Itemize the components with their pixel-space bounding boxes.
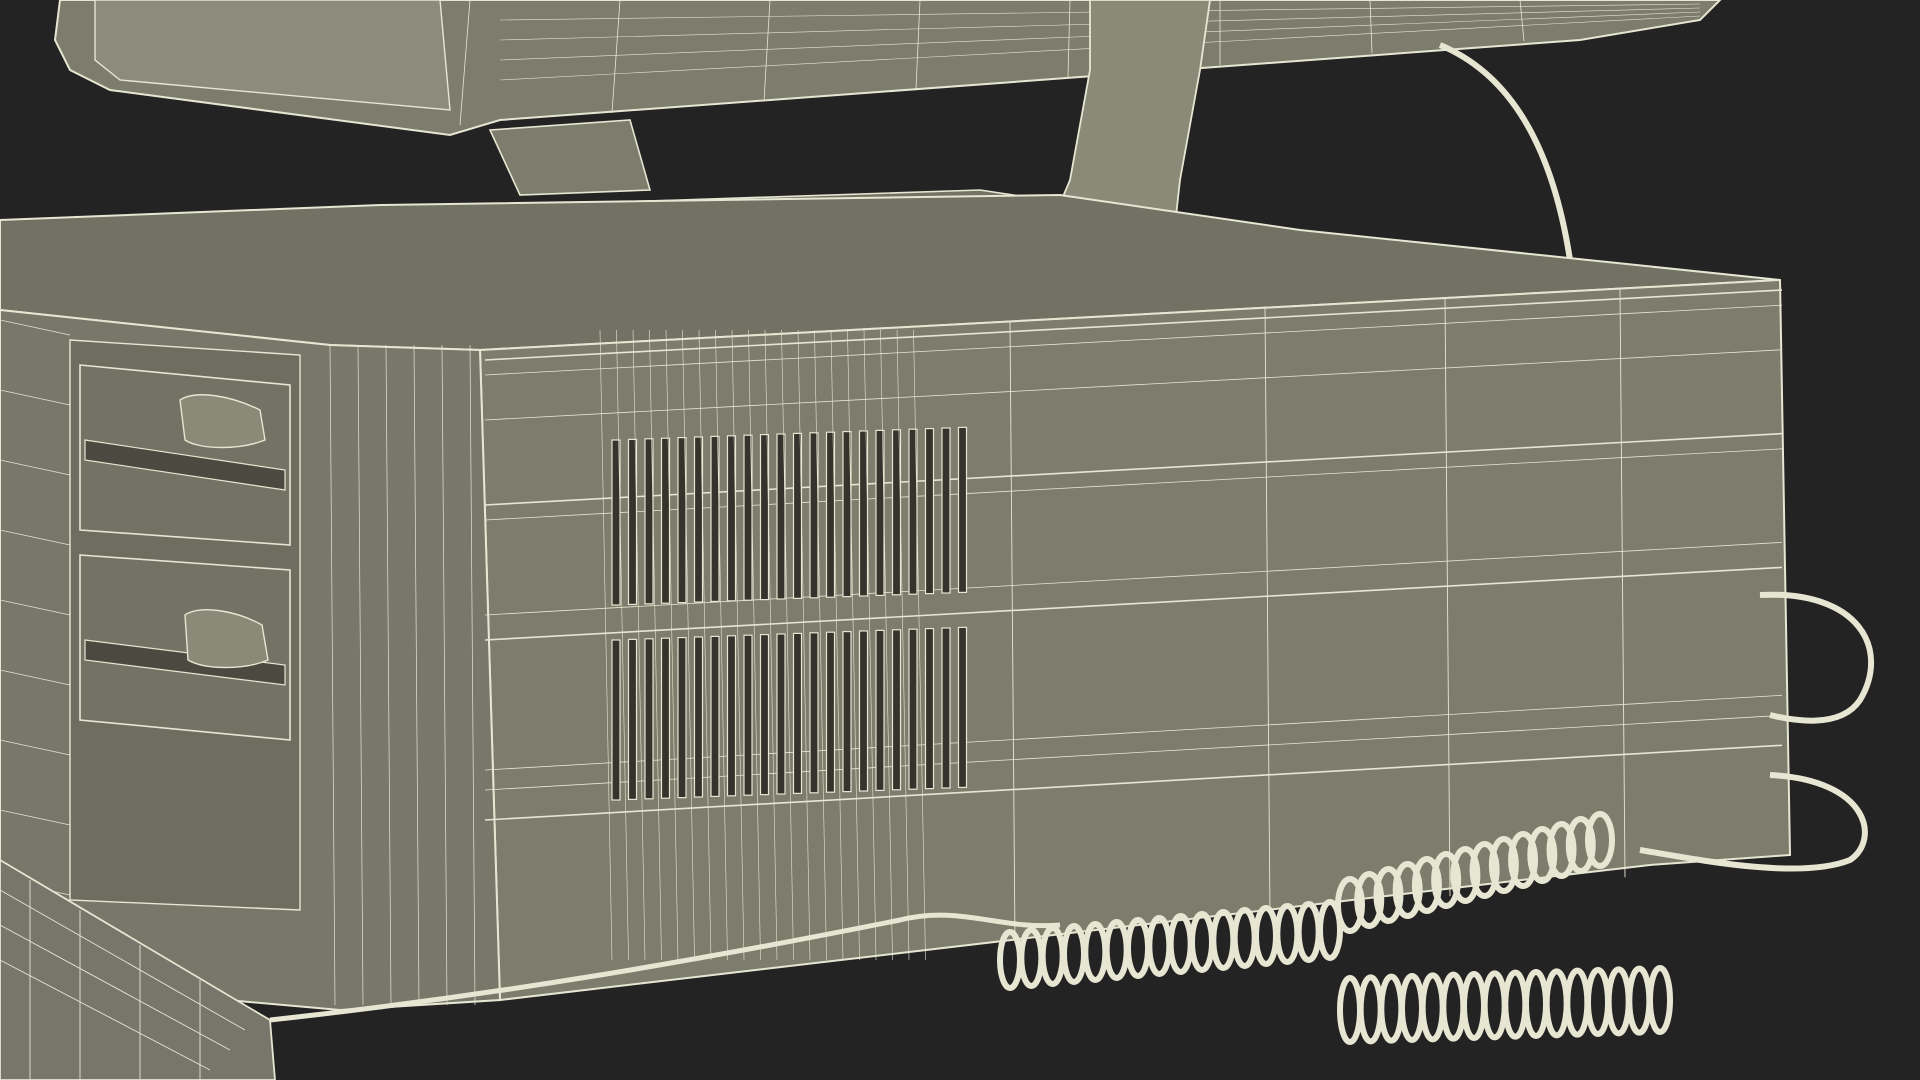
vent-slot <box>792 632 803 795</box>
wireframe-render <box>0 0 1920 1080</box>
drive-bay-1 <box>79 364 291 546</box>
vent-slot <box>924 627 935 790</box>
vent-slot <box>743 634 753 796</box>
vent-slot <box>825 631 836 793</box>
vent-slot <box>875 629 885 792</box>
vent-slot <box>957 426 968 593</box>
vent-slot <box>759 633 770 796</box>
vent-slot <box>941 627 951 789</box>
vent-slot <box>957 626 968 789</box>
vent-slot <box>842 630 852 793</box>
vent-slot <box>693 636 704 798</box>
vent-slot <box>858 630 869 792</box>
vent-slot <box>809 632 819 794</box>
vent-slot <box>660 637 671 799</box>
vent-slot <box>924 428 935 595</box>
vent-slot <box>710 635 720 798</box>
vent-slot <box>891 629 902 791</box>
vent-slot <box>908 628 918 790</box>
vent-slot <box>627 638 638 801</box>
vent-slot <box>726 635 737 797</box>
vent-slot <box>776 633 786 795</box>
drive-bay-2 <box>79 554 291 741</box>
vent-slot <box>677 636 687 799</box>
vent-slot <box>611 639 621 801</box>
vent-slot <box>941 427 951 594</box>
vent-slot <box>644 638 654 800</box>
